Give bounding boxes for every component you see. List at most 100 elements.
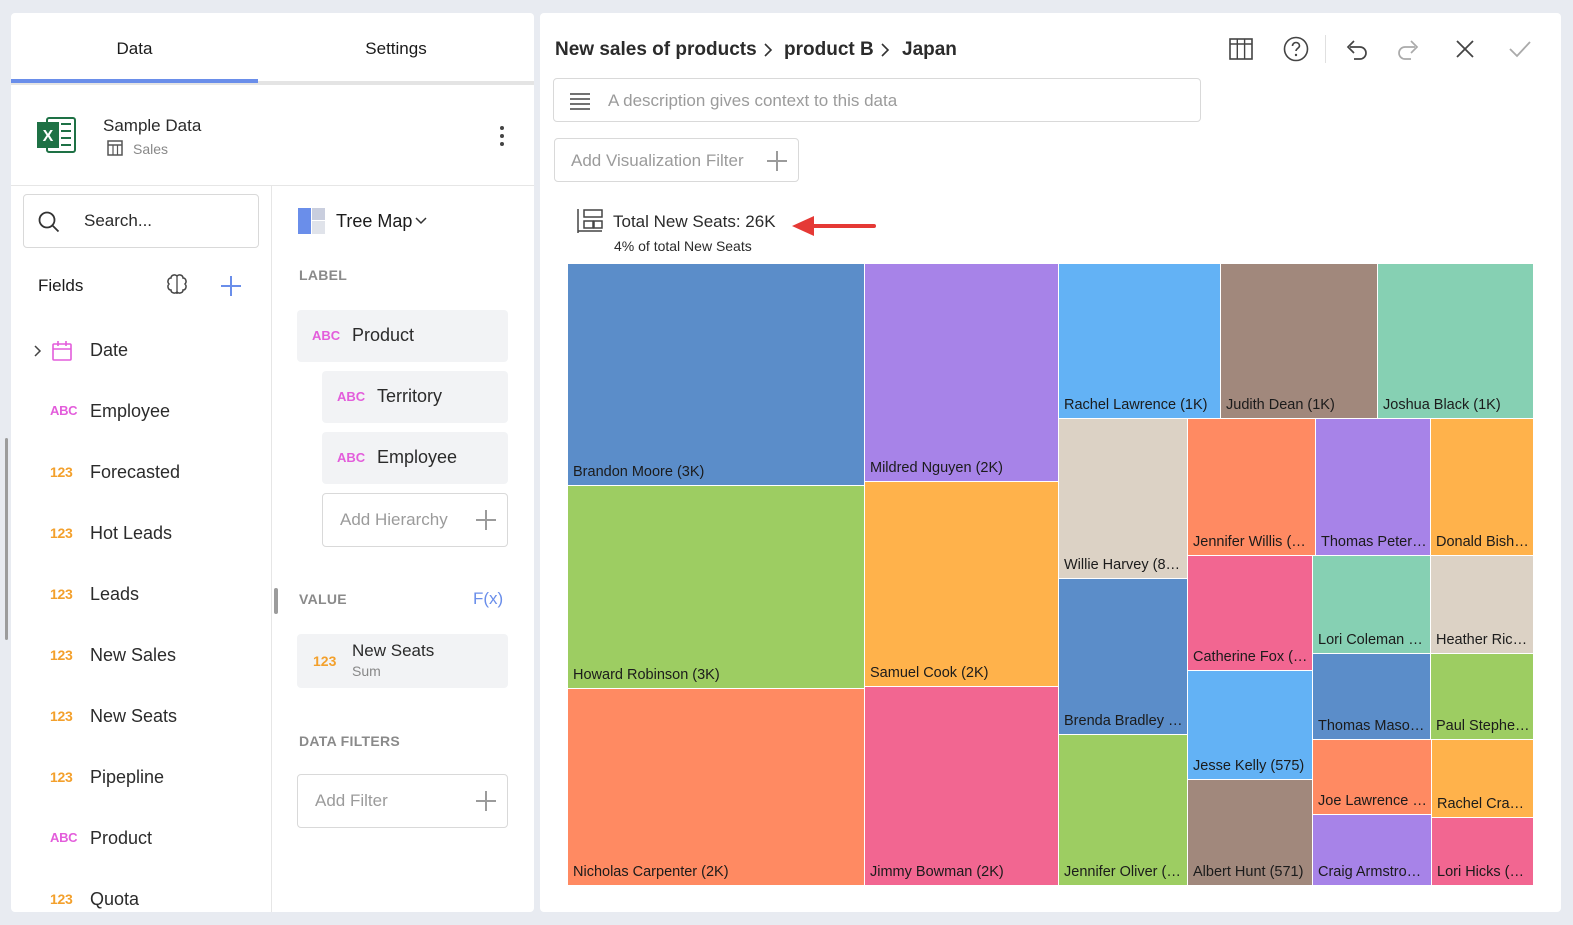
treemap-cell[interactable]: Catherine Fox (… xyxy=(1187,555,1313,671)
breadcrumb-item[interactable]: New sales of products xyxy=(555,39,757,61)
fields-scrollbar[interactable] xyxy=(5,438,8,640)
cell-label: Thomas Peter… xyxy=(1321,534,1427,550)
treemap-cell[interactable]: Mildred Nguyen (2K) xyxy=(864,263,1059,482)
cell-label: Albert Hunt (571) xyxy=(1193,864,1304,880)
treemap-cell[interactable]: Nicholas Carpenter (2K) xyxy=(567,688,865,886)
field-item-new-seats[interactable]: 123 New Seats xyxy=(11,697,269,737)
add-filter-label: Add Filter xyxy=(315,791,388,810)
undo-icon[interactable] xyxy=(1341,35,1369,63)
treemap-cell[interactable]: Rachel Craw… xyxy=(1431,739,1534,818)
close-icon[interactable] xyxy=(1451,35,1479,63)
svg-text:X: X xyxy=(43,128,54,145)
treemap-type-icon[interactable] xyxy=(298,208,326,234)
field-item-leads[interactable]: 123 Leads xyxy=(11,575,269,615)
add-filter-button[interactable]: Add Filter xyxy=(297,774,508,828)
add-field-icon[interactable] xyxy=(221,276,241,296)
treemap-cell[interactable]: Jimmy Bowman (2K) xyxy=(864,686,1059,886)
label-pill-employee[interactable]: ABC Employee xyxy=(322,432,508,484)
label-pill-product[interactable]: ABC Product xyxy=(297,310,508,362)
tab-settings[interactable]: Settings xyxy=(258,13,534,85)
check-icon[interactable] xyxy=(1506,35,1534,63)
search-input[interactable]: Search... xyxy=(23,194,259,248)
value-pill-new-seats[interactable]: 123 New Seats Sum xyxy=(297,634,508,688)
field-label: New Sales xyxy=(90,645,177,665)
cell-label: Rachel Lawrence (1K) xyxy=(1064,397,1208,413)
help-icon[interactable] xyxy=(1282,35,1310,63)
field-item-quota[interactable]: 123 Quota xyxy=(11,880,269,912)
treemap-cell[interactable]: Judith Dean (1K) xyxy=(1220,263,1378,419)
aggregation-label: Sum xyxy=(352,663,381,679)
treemap-chart: Brandon Moore (3K) Howard Robinson (3K) … xyxy=(567,263,1534,886)
formula-button[interactable]: F(x) xyxy=(473,589,503,609)
pill-label: Territory xyxy=(377,386,443,406)
treemap-cell[interactable]: Joshua Black (1K) xyxy=(1377,263,1534,419)
chevron-right-icon xyxy=(881,43,890,57)
chevron-right-icon[interactable] xyxy=(33,345,43,357)
treemap-cell[interactable]: Craig Armstron… xyxy=(1312,814,1432,886)
redo-icon[interactable] xyxy=(1396,35,1424,63)
config-scrollbar[interactable] xyxy=(274,588,278,614)
value-section-title: VALUE xyxy=(299,591,347,607)
field-item-employee[interactable]: ABC Employee xyxy=(11,392,269,432)
tab-data[interactable]: Data xyxy=(11,13,258,85)
breadcrumb-item[interactable]: product B xyxy=(784,39,874,61)
cell-label: Lori Hicks (3… xyxy=(1437,864,1530,880)
viz-type-dropdown[interactable]: Tree Map xyxy=(336,211,412,232)
treemap-cell[interactable]: Thomas Peter… xyxy=(1315,418,1431,556)
data-filters-section-title: DATA FILTERS xyxy=(299,733,401,749)
field-item-new-sales[interactable]: 123 New Sales xyxy=(11,636,269,676)
treemap-cell[interactable]: Albert Hunt (571) xyxy=(1187,779,1313,886)
treemap-cell[interactable]: Donald Bisho… xyxy=(1430,418,1534,556)
cell-label: Craig Armstron… xyxy=(1318,864,1428,880)
treemap-cell[interactable]: Brandon Moore (3K) xyxy=(567,263,865,486)
treemap-cell[interactable]: Rachel Lawrence (1K) xyxy=(1058,263,1221,419)
treemap-cell[interactable]: Brenda Bradley (… xyxy=(1058,578,1188,735)
cell-label: Jennifer Willis (7… xyxy=(1193,534,1312,550)
treemap-cell[interactable]: Howard Robinson (3K) xyxy=(567,485,865,689)
treemap-cell[interactable]: Samuel Cook (2K) xyxy=(864,481,1059,687)
field-item-hot-leads[interactable]: 123 Hot Leads xyxy=(11,514,269,554)
field-label: Leads xyxy=(90,584,140,604)
toolbar-divider xyxy=(1325,35,1326,63)
add-hierarchy-label: Add Hierarchy xyxy=(340,510,448,529)
field-label: Product xyxy=(90,828,153,848)
cell-label: Lori Coleman (… xyxy=(1318,632,1427,648)
treemap-cell[interactable]: Paul Stephen… xyxy=(1430,653,1534,740)
pill-label: New Seats xyxy=(352,641,435,660)
active-tab-indicator xyxy=(11,79,258,83)
treemap-cell[interactable]: Thomas Maso… xyxy=(1312,653,1431,740)
treemap-cell[interactable]: Lori Hicks (3… xyxy=(1431,817,1534,886)
field-item-pipepline[interactable]: 123 Pipepline xyxy=(11,758,269,798)
description-input[interactable]: A description gives context to this data xyxy=(553,78,1201,122)
chevron-down-icon[interactable] xyxy=(415,217,427,225)
field-item-product[interactable]: ABC Product xyxy=(11,819,269,859)
cell-label: Rachel Craw… xyxy=(1437,796,1530,812)
brain-icon[interactable] xyxy=(164,273,190,299)
label-pill-territory[interactable]: ABC Territory xyxy=(322,371,508,423)
grid-view-icon[interactable] xyxy=(1227,35,1255,63)
treemap-cell[interactable]: Jennifer Willis (7… xyxy=(1187,418,1316,556)
hierarchy-icon[interactable] xyxy=(576,207,604,235)
field-item-forecasted[interactable]: 123 Forecasted xyxy=(11,453,269,493)
add-hierarchy-button[interactable]: Add Hierarchy xyxy=(322,493,508,547)
field-type-badge: ABC xyxy=(337,389,366,404)
add-visualization-filter-label: Add Visualization Filter xyxy=(571,151,744,170)
field-type-badge: 123 xyxy=(50,891,73,907)
more-options-icon[interactable] xyxy=(495,125,509,147)
arrow-annotation-icon xyxy=(792,216,876,236)
cell-label: Joe Lawrence (… xyxy=(1318,793,1428,809)
search-placeholder: Search... xyxy=(84,211,153,230)
visualization-panel: New sales of products product B Japan A … xyxy=(540,13,1561,912)
field-item-date[interactable]: Date xyxy=(11,331,269,371)
treemap-cell[interactable]: Lori Coleman (… xyxy=(1312,555,1431,654)
treemap-cell[interactable]: Willie Harvey (86… xyxy=(1058,418,1188,579)
add-visualization-filter-button[interactable]: Add Visualization Filter xyxy=(554,138,799,182)
treemap-cell[interactable]: Jesse Kelly (575) xyxy=(1187,670,1313,780)
field-type-badge: ABC xyxy=(50,830,78,845)
field-type-badge: ABC xyxy=(312,328,341,343)
field-type-badge: 123 xyxy=(50,708,73,724)
treemap-cell[interactable]: Heather Rice… xyxy=(1430,555,1534,654)
plus-icon xyxy=(476,791,496,811)
treemap-cell[interactable]: Jennifer Oliver (… xyxy=(1058,734,1188,886)
treemap-cell[interactable]: Joe Lawrence (… xyxy=(1312,739,1432,815)
